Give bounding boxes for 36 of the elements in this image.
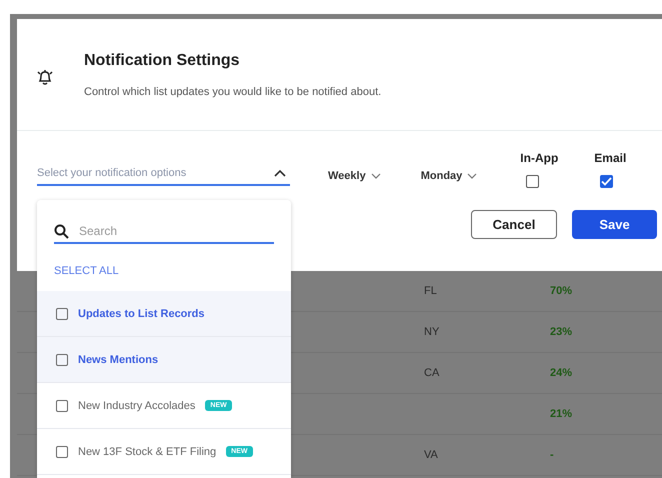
option-label: News Mentions (78, 354, 158, 366)
table-cell: 23% (550, 326, 572, 338)
table-cell-text: FL (424, 285, 438, 297)
search-icon (54, 224, 69, 238)
table-cell: - (550, 449, 554, 461)
table-cell: 24% (550, 367, 572, 379)
channel-label: Email (594, 151, 626, 165)
frequency-dropdown[interactable]: Weekly (328, 170, 381, 182)
option-checkbox[interactable] (56, 354, 68, 366)
table-cell: 70% (550, 285, 572, 297)
day-dropdown[interactable]: Monday (420, 170, 478, 182)
option-label: New Industry Accolades (78, 400, 196, 412)
channel-label: In-App (520, 151, 558, 165)
table-cell: 21% (550, 408, 572, 420)
chevron-icon (467, 173, 478, 179)
modal-subtitle: Control which list updates you would like to be notified about. (84, 86, 382, 98)
table-cell-text: CA (424, 367, 440, 379)
notification-select[interactable]: Select your notification options (37, 162, 290, 186)
table-cell-text: NY (424, 326, 440, 338)
option-label: New 13F Stock & ETF Filing (78, 446, 216, 458)
cancel-button[interactable]: Cancel (471, 210, 557, 239)
channel-checkbox[interactable] (526, 175, 540, 188)
chevron-icon (370, 173, 381, 179)
option-checkbox[interactable] (56, 400, 68, 412)
channel-checkbox[interactable] (600, 175, 614, 188)
table-cell-text: VA (424, 449, 439, 461)
option-label: Updates to List Records (78, 308, 205, 320)
modal-title: Notification Settings (84, 52, 241, 70)
option-item[interactable]: News Mentions (37, 337, 291, 383)
chevron-icon (274, 169, 286, 177)
bell-icon (36, 68, 54, 86)
save-button[interactable]: Save (572, 210, 657, 239)
option-checkbox[interactable] (56, 308, 68, 320)
option-item[interactable]: Updates to List Records (37, 291, 291, 337)
option-checkbox[interactable] (56, 446, 68, 458)
select-all-link[interactable]: SELECT ALL (54, 265, 119, 277)
